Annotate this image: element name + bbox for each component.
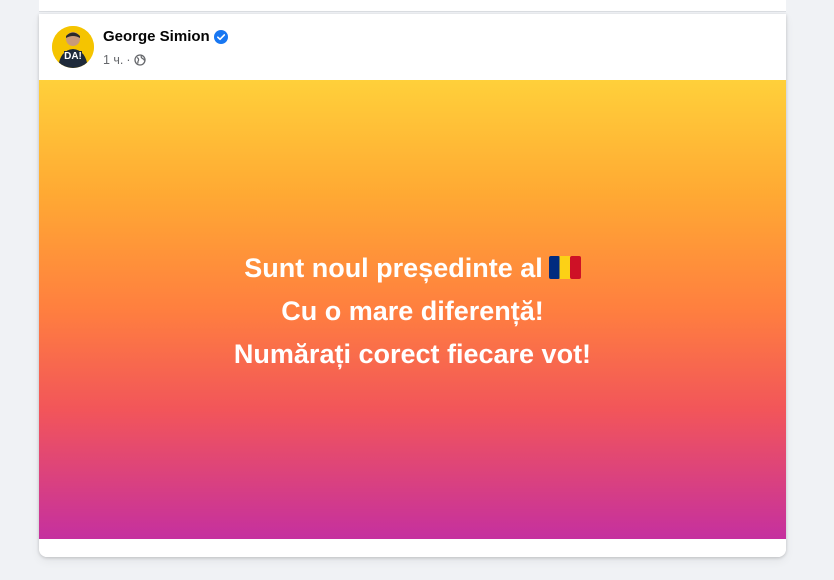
avatar-text: DA! [64, 51, 82, 62]
post-header: DA! George Simion 1 ч. · [39, 14, 786, 80]
post-footer [39, 539, 786, 557]
avatar[interactable]: DA! [52, 26, 94, 68]
verified-badge-icon [213, 29, 228, 44]
post-text: Sunt noul președinte al Cu o mare difere… [234, 247, 591, 376]
previous-post-card [39, 0, 786, 12]
post-card: DA! George Simion 1 ч. · Sunt noul preșe… [39, 14, 786, 557]
post-timestamp[interactable]: 1 ч. [103, 53, 123, 67]
author-name[interactable]: George Simion [103, 28, 210, 45]
post-text-line-1: Sunt noul președinte al [234, 247, 591, 290]
feed: DA! George Simion 1 ч. · Sunt noul preșe… [0, 0, 834, 580]
romania-flag-icon [548, 251, 581, 279]
meta-separator: · [126, 53, 131, 67]
globe-icon[interactable] [133, 54, 146, 66]
post-text-background[interactable]: Sunt noul președinte al Cu o mare difere… [39, 80, 786, 539]
post-text-line-3: Numărați corect fiecare vot! [233, 339, 592, 369]
post-text-line-2: Cu o mare diferență! [281, 296, 544, 326]
